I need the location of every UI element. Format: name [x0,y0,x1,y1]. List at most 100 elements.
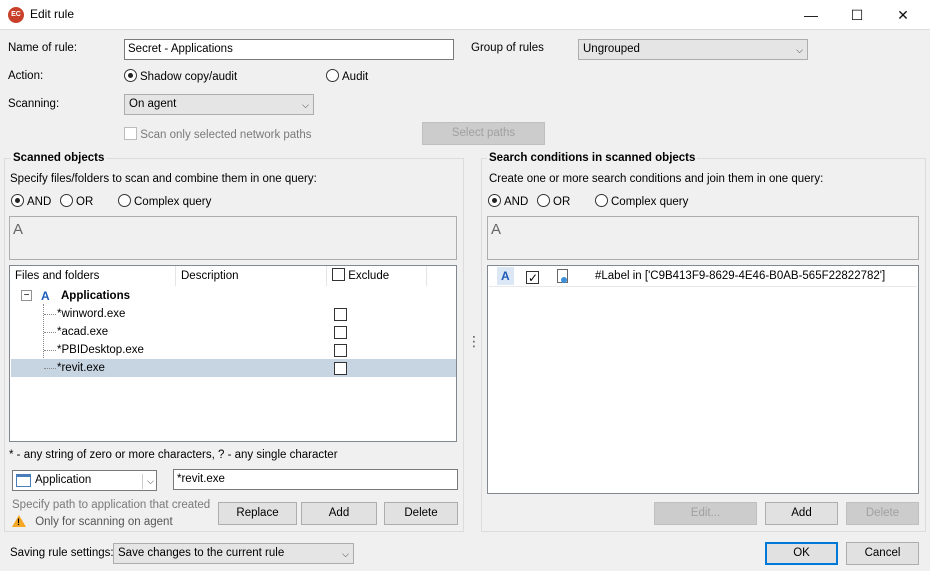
scan-network-label: Scan only selected network paths [140,129,312,141]
ok-button[interactable]: OK [765,542,838,565]
scan-network-checkbox[interactable]: Scan only selected network paths [124,127,312,141]
cancel-button[interactable]: Cancel [846,542,919,565]
agent-warning: ! Only for scanning on agent [12,515,173,528]
radio-selected-icon [124,69,137,82]
saving-rule-value: Save changes to the current rule [118,547,285,559]
object-type-value: Application [35,474,92,486]
item-label: *winword.exe [57,308,126,320]
list-item[interactable]: *PBIDesktop.exe [11,341,456,359]
tree-root-label: Applications [61,290,131,302]
tree-root-row[interactable]: − A Applications [11,287,451,305]
delete-file-button[interactable]: Delete [384,502,458,525]
exclude-checkbox[interactable] [334,308,347,321]
warning-icon: ! [12,515,26,527]
delete-condition-button[interactable]: Delete [846,502,919,525]
item-label: *revit.exe [57,362,105,374]
replace-button[interactable]: Replace [218,502,297,525]
scanning-label: Scanning: [8,98,60,110]
exclude-checkbox[interactable] [334,362,347,375]
search-or-radio[interactable]: OR [537,194,570,208]
edit-condition-button[interactable]: Edit... [654,502,757,525]
radio-selected-icon [488,194,501,207]
select-paths-button[interactable]: Select paths [422,122,545,145]
search-and-radio[interactable]: AND [488,194,528,208]
condition-enabled-checkbox[interactable] [526,269,539,287]
scanning-select[interactable]: On agent ⌵ [124,94,314,115]
close-button[interactable]: ✕ [880,0,926,30]
scanned-complex-label: Complex query [134,196,212,208]
conditions-list[interactable]: A #Label in ['C9B413F9-8629-4E46-B0AB-56… [487,265,919,494]
query-text: A [491,221,502,238]
scanned-complex-radio[interactable]: Complex query [118,194,211,208]
radio-empty-icon [595,194,608,207]
radio-empty-icon [537,194,550,207]
exclude-checkbox[interactable] [334,326,347,339]
window-title: Edit rule [30,7,75,21]
saving-rule-select[interactable]: Save changes to the current rule ⌵ [113,543,354,564]
exclude-checkbox[interactable] [334,344,347,357]
radio-empty-icon [118,194,131,207]
item-label: *PBIDesktop.exe [57,344,144,356]
scanned-and-label: AND [27,196,52,208]
saving-rule-label: Saving rule settings: [10,547,114,559]
group-of-rules-label: Group of rules [471,42,544,54]
scanned-objects-hint: Specify files/folders to scan and combin… [10,173,317,185]
rule-name-label: Name of rule: [8,42,78,54]
action-shadow-radio[interactable]: Shadow copy/audit [124,69,237,83]
object-type-select[interactable]: Application ⌵ [12,470,157,491]
agent-warning-text: Only for scanning on agent [35,516,173,528]
col-files-header[interactable]: Files and folders [10,266,176,286]
query-letter-badge: A [41,289,50,303]
scanned-or-label: OR [76,196,94,208]
minimize-button[interactable]: — [788,0,834,30]
query-text: A [13,221,24,238]
group-value: Ungrouped [583,43,640,55]
search-query-box[interactable]: A [487,216,919,260]
search-complex-radio[interactable]: Complex query [595,194,688,208]
search-complex-label: Complex query [611,196,689,208]
label-condition-icon [557,269,568,283]
collapse-icon[interactable]: − [21,290,32,301]
list-item-selected[interactable]: *revit.exe [11,359,456,377]
checkbox-icon [124,127,137,140]
action-audit-label: Audit [342,71,369,83]
splitter-handle[interactable]: ⋮ [467,333,481,350]
exclude-all-checkbox[interactable] [332,268,345,281]
chevron-down-icon: ⌵ [796,45,803,55]
item-label: *acad.exe [57,326,109,338]
col-exclude-header[interactable]: Exclude [327,266,427,286]
action-shadow-label: Shadow copy/audit [140,71,238,83]
application-window-icon [16,474,31,487]
action-audit-radio[interactable]: Audit [326,69,368,83]
app-logo-icon: EC [8,7,24,23]
wildcard-hint: * - any string of zero or more character… [9,449,338,461]
search-conditions-hint: Create one or more search conditions and… [489,173,824,185]
chevron-down-icon: ⌵ [142,474,154,489]
scanned-or-radio[interactable]: OR [60,194,93,208]
col-exclude-label: Exclude [348,270,390,282]
maximize-button[interactable]: ☐ [834,0,880,30]
scanning-value: On agent [129,98,177,110]
list-item[interactable]: *winword.exe [11,305,456,323]
group-of-rules-select[interactable]: Ungrouped ⌵ [578,39,808,60]
path-input[interactable]: *revit.exe [173,469,458,490]
scanned-and-radio[interactable]: AND [11,194,51,208]
scanned-query-box[interactable]: A [9,216,457,260]
scanned-objects-title: Scanned objects [11,152,107,164]
search-or-label: OR [553,196,571,208]
rule-name-input[interactable]: Secret - Applications [124,39,454,60]
condition-row[interactable]: A #Label in ['C9B413F9-8629-4E46-B0AB-56… [489,267,917,287]
query-letter-badge: A [497,267,514,285]
chevron-down-icon: ⌵ [342,549,349,559]
list-item[interactable]: *acad.exe [11,323,456,341]
radio-empty-icon [60,194,73,207]
radio-selected-icon [11,194,24,207]
col-description-header[interactable]: Description [176,266,327,286]
radio-empty-icon [326,69,339,82]
condition-text: #Label in ['C9B413F9-8629-4E46-B0AB-565F… [595,270,886,282]
add-file-button[interactable]: Add [301,502,377,525]
add-condition-button[interactable]: Add [765,502,838,525]
path-hint: Specify path to application that created… [12,499,212,511]
files-list[interactable]: Files and folders Description Exclude − … [9,265,457,442]
search-and-label: AND [504,196,529,208]
